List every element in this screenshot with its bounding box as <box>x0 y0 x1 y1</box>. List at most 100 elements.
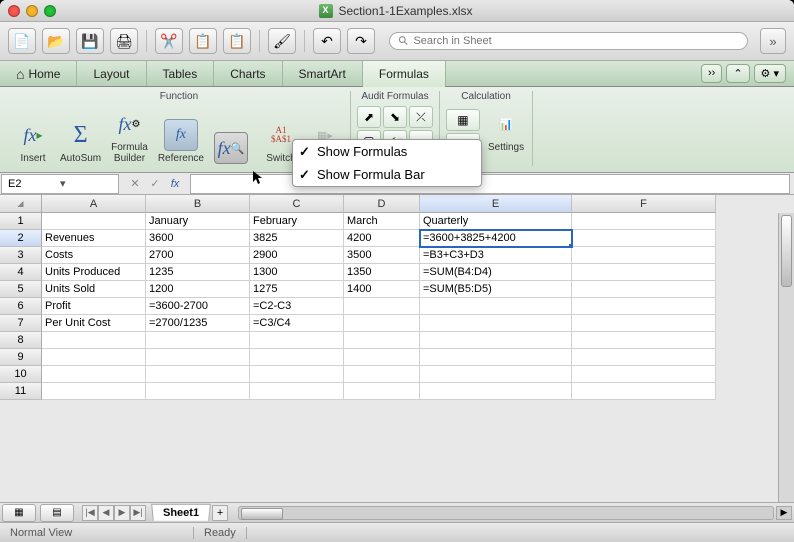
cell[interactable]: 3500 <box>344 247 420 264</box>
row-header-9[interactable]: 9 <box>0 349 42 366</box>
col-header-D[interactable]: D <box>344 195 420 213</box>
minimize-icon[interactable] <box>26 5 38 17</box>
name-box[interactable]: E2 ▾ <box>1 174 119 194</box>
cell[interactable] <box>572 213 716 230</box>
cell[interactable]: Units Sold <box>42 281 146 298</box>
next-sheet-button[interactable]: ▶ <box>114 505 130 521</box>
cell[interactable] <box>420 332 572 349</box>
undo-button[interactable]: ↶ <box>313 28 341 54</box>
cell[interactable] <box>572 366 716 383</box>
close-icon[interactable] <box>8 5 20 17</box>
cell[interactable] <box>344 315 420 332</box>
search-input[interactable] <box>413 35 739 47</box>
insert-function-button[interactable]: fx▸ Insert <box>14 117 52 166</box>
cell[interactable] <box>250 383 344 400</box>
row-header-5[interactable]: 5 <box>0 281 42 298</box>
calculation-settings-button[interactable]: 📊 Settings <box>486 106 526 155</box>
row-header-11[interactable]: 11 <box>0 383 42 400</box>
cell[interactable]: March <box>344 213 420 230</box>
row-header-2[interactable]: 2 <box>0 230 42 247</box>
first-sheet-button[interactable]: |◀ <box>82 505 98 521</box>
cell[interactable] <box>420 366 572 383</box>
copy-button[interactable]: 📋 <box>189 28 217 54</box>
fx-button[interactable]: fx <box>166 175 184 193</box>
cell[interactable]: February <box>250 213 344 230</box>
cell[interactable]: Profit <box>42 298 146 315</box>
zoom-icon[interactable] <box>44 5 56 17</box>
last-sheet-button[interactable]: ▶| <box>130 505 146 521</box>
cell[interactable]: Quarterly <box>420 213 572 230</box>
cell[interactable] <box>572 264 716 281</box>
tab-formulas[interactable]: Formulas <box>363 61 446 86</box>
cell[interactable]: Per Unit Cost <box>42 315 146 332</box>
cell[interactable] <box>146 332 250 349</box>
cell[interactable]: 1400 <box>344 281 420 298</box>
cell[interactable]: Costs <box>42 247 146 264</box>
trace-dependents-button[interactable]: ⬊ <box>383 106 407 128</box>
cell[interactable]: Units Produced <box>42 264 146 281</box>
row-header-4[interactable]: 4 <box>0 264 42 281</box>
col-header-F[interactable]: F <box>572 195 716 213</box>
remove-arrows-button[interactable]: ⤫ <box>409 106 433 128</box>
cell[interactable]: January <box>146 213 250 230</box>
cell[interactable]: =2700/1235 <box>146 315 250 332</box>
formula-builder-button[interactable]: fx⚙ Formula Builder <box>109 106 150 166</box>
menu-item-show-formula-bar[interactable]: Show Formula Bar <box>293 163 481 186</box>
autosum-button[interactable]: Σ AutoSum <box>58 117 103 166</box>
tab-charts[interactable]: Charts <box>214 61 282 86</box>
reference-button[interactable]: fx Reference <box>156 117 206 166</box>
cell[interactable] <box>572 315 716 332</box>
redo-button[interactable]: ↷ <box>347 28 375 54</box>
cell[interactable] <box>572 230 716 247</box>
cell[interactable]: =3600+3825+4200 <box>420 230 572 247</box>
sheet-tab-sheet1[interactable]: Sheet1 <box>151 504 211 521</box>
cell[interactable] <box>42 332 146 349</box>
cell[interactable] <box>146 383 250 400</box>
toolbar-overflow-button[interactable]: » <box>760 28 786 54</box>
cell[interactable]: =3600-2700 <box>146 298 250 315</box>
chevron-down-icon[interactable]: ▾ <box>60 177 112 190</box>
col-header-C[interactable]: C <box>250 195 344 213</box>
cell[interactable]: =C2-C3 <box>250 298 344 315</box>
formula-input[interactable] <box>190 174 790 194</box>
tab-smartart[interactable]: SmartArt <box>283 61 363 86</box>
row-header-10[interactable]: 10 <box>0 366 42 383</box>
cell[interactable] <box>344 383 420 400</box>
add-sheet-button[interactable]: + <box>212 505 228 521</box>
cell[interactable] <box>572 281 716 298</box>
cell[interactable]: 4200 <box>344 230 420 247</box>
cell[interactable]: 1275 <box>250 281 344 298</box>
new-button[interactable]: 📄 <box>8 28 36 54</box>
cell[interactable] <box>250 366 344 383</box>
cell[interactable] <box>344 332 420 349</box>
cell[interactable] <box>420 315 572 332</box>
cell[interactable] <box>420 383 572 400</box>
row-header-1[interactable]: 1 <box>0 213 42 230</box>
scroll-right-button[interactable]: ▶ <box>776 506 792 520</box>
cell[interactable]: 3600 <box>146 230 250 247</box>
cell[interactable]: 2900 <box>250 247 344 264</box>
row-header-7[interactable]: 7 <box>0 315 42 332</box>
ribbon-expand-button[interactable]: ›› <box>701 64 722 83</box>
cell[interactable] <box>42 349 146 366</box>
show-button[interactable]: fx🔍 <box>212 130 250 166</box>
col-header-A[interactable]: A <box>42 195 146 213</box>
cell[interactable] <box>146 349 250 366</box>
cell[interactable] <box>572 383 716 400</box>
cell[interactable] <box>42 213 146 230</box>
tab-home[interactable]: Home <box>0 61 77 86</box>
cell[interactable] <box>42 383 146 400</box>
cell[interactable] <box>572 298 716 315</box>
cell[interactable] <box>420 298 572 315</box>
tab-tables[interactable]: Tables <box>147 61 215 86</box>
accept-formula-button[interactable]: ✓ <box>146 175 164 193</box>
cell[interactable] <box>344 298 420 315</box>
cell[interactable] <box>250 349 344 366</box>
cell[interactable] <box>420 349 572 366</box>
select-all-corner[interactable] <box>0 195 42 213</box>
trace-precedents-button[interactable]: ⬈ <box>357 106 381 128</box>
cell[interactable]: 3825 <box>250 230 344 247</box>
cell[interactable]: =SUM(B4:D4) <box>420 264 572 281</box>
cell[interactable] <box>572 349 716 366</box>
row-header-8[interactable]: 8 <box>0 332 42 349</box>
